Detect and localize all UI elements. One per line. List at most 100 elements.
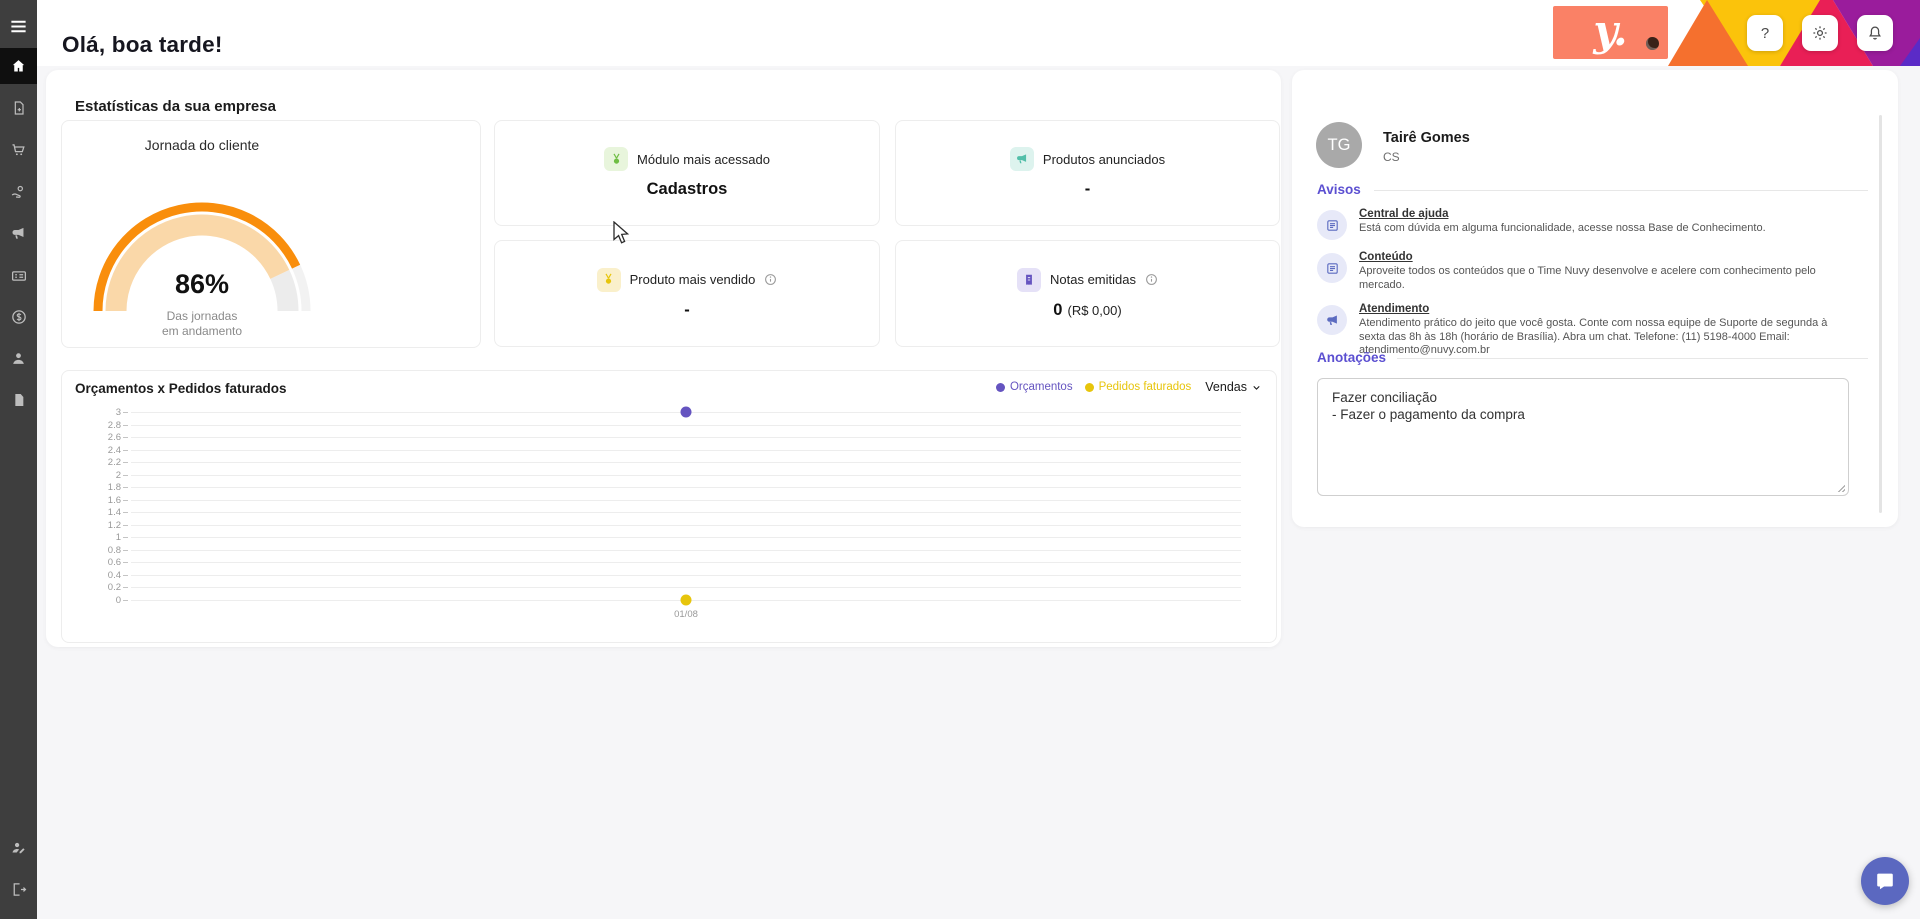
stat-label: Produtos anunciados <box>1042 151 1166 167</box>
statistics-section-title: Estatísticas da sua empresa <box>75 98 276 116</box>
person-edit-icon <box>12 842 25 853</box>
top-header: Olá, boa tarde! y. ? <box>37 0 1920 66</box>
orcamentos-pedidos-chart-card: Orçamentos x Pedidos faturados Orçamento… <box>61 370 1277 643</box>
sidebar-item-home[interactable] <box>0 48 37 84</box>
y-axis-label: 1.4 <box>107 507 121 519</box>
sidebar-item-marketing[interactable] <box>0 215 37 251</box>
anotacoes-divider <box>1397 358 1868 359</box>
y-axis-tick <box>123 512 128 514</box>
y-axis-label: 1 <box>115 532 121 544</box>
sidebar-item-money[interactable] <box>0 299 37 335</box>
y-axis-tick <box>123 474 128 476</box>
avisos-divider <box>1374 190 1868 191</box>
menu-icon[interactable] <box>0 8 37 44</box>
news-icon <box>1317 210 1347 240</box>
bell-icon <box>1869 26 1881 40</box>
notes-textarea[interactable]: Fazer conciliação - Fazer o pagamento da… <box>1317 378 1849 496</box>
y-axis-tick <box>123 600 128 601</box>
aviso-link[interactable]: Atendimento <box>1359 303 1854 315</box>
gridline <box>131 462 1241 464</box>
resize-handle-icon[interactable] <box>1835 482 1845 492</box>
info-icon[interactable] <box>1145 273 1158 286</box>
notifications-button[interactable] <box>1857 15 1893 51</box>
y-axis-tick <box>123 424 128 426</box>
panel-scrollbar[interactable] <box>1879 115 1882 513</box>
greeting-title: Olá, boa tarde! <box>62 32 223 58</box>
legend-dot <box>1084 382 1094 392</box>
legend-dot <box>995 382 1005 392</box>
sidebar <box>0 0 37 919</box>
gridline <box>131 474 1241 476</box>
info-icon[interactable] <box>764 273 777 286</box>
sidebar-item-people[interactable] <box>0 340 37 376</box>
aviso-link[interactable]: Conteúdo <box>1359 251 1854 263</box>
y-axis-label: 1.6 <box>107 494 121 506</box>
chevron-down-icon <box>1253 385 1260 390</box>
chart-legend-items: Orçamentos Pedidos faturados <box>995 381 1191 393</box>
anotacoes-header: Anotações <box>1317 350 1387 365</box>
stat-label: Módulo mais acessado <box>637 151 770 167</box>
money-icon <box>11 310 26 324</box>
statistics-panel: Estatísticas da sua empresa Jornada do c… <box>46 70 1281 647</box>
y-axis-label: 1.8 <box>107 482 121 494</box>
dashboard-page: { "header": { "greeting": "Olá, boa tard… <box>0 0 1920 919</box>
y-axis-label: 0 <box>115 595 121 606</box>
chart-legend: Orçamentos Pedidos faturados Vendas <box>995 380 1262 394</box>
sidebar-item-new-document[interactable] <box>0 90 37 126</box>
stat-label: Produto mais vendido <box>629 272 756 287</box>
gauge-chart <box>93 202 311 312</box>
sidebar-item-account[interactable] <box>0 829 37 865</box>
y-axis-label: 2.6 <box>107 432 121 444</box>
gridline <box>131 437 1241 439</box>
chat-bubble-icon <box>1877 873 1893 890</box>
customer-journey-card: Jornada do cliente 86% Das jornadas em a… <box>61 120 481 348</box>
legend-item[interactable]: Pedidos faturados <box>1084 381 1191 393</box>
sidebar-item-documents[interactable] <box>0 382 37 418</box>
y-axis-tick <box>123 562 128 564</box>
aviso-item: Central de ajuda Está com dúvida em algu… <box>1317 208 1854 240</box>
sidebar-item-billing[interactable] <box>0 258 37 294</box>
logo-text: y. <box>1593 6 1628 55</box>
medal-icon <box>604 147 629 171</box>
chart-title: Orçamentos x Pedidos faturados <box>75 381 287 396</box>
y-axis-tick <box>123 437 128 439</box>
medal-icon <box>596 267 621 292</box>
aviso-link[interactable]: Central de ajuda <box>1359 208 1766 220</box>
sidebar-item-finance-receive[interactable] <box>0 174 37 210</box>
billing-icon <box>11 271 26 281</box>
gridline <box>131 574 1241 576</box>
chart-filter-label: Vendas <box>1205 380 1247 394</box>
y-axis-tick <box>123 574 128 576</box>
gridline <box>131 424 1241 426</box>
logout-icon[interactable] <box>0 871 37 907</box>
help-button[interactable]: ? <box>1747 15 1783 51</box>
sidebar-item-sales[interactable] <box>0 131 37 167</box>
chart-filter-dropdown[interactable]: Vendas <box>1205 380 1262 394</box>
gauge-title: Jornada do cliente <box>144 137 260 153</box>
y-axis-tick <box>123 537 128 539</box>
avisos-header: Avisos <box>1317 182 1361 197</box>
settings-button[interactable] <box>1802 15 1838 51</box>
profile-name: Tairê Gomes <box>1383 130 1470 146</box>
avatar: TG <box>1316 122 1362 168</box>
person-icon <box>13 352 24 364</box>
y-axis-label: 0.4 <box>107 569 121 581</box>
y-axis-tick <box>123 462 128 464</box>
account-panel: TG Tairê Gomes CS Avisos Central de ajud… <box>1292 70 1898 527</box>
home-icon <box>12 59 25 71</box>
aviso-item: Conteúdo Aproveite todos os conteúdos qu… <box>1317 251 1854 292</box>
stat-label: Notas emitidas <box>1050 272 1136 287</box>
aviso-description: Atendimento prático do jeito que você go… <box>1359 317 1828 356</box>
gridline <box>131 449 1241 451</box>
y-axis-tick <box>123 587 128 589</box>
gridline <box>131 549 1241 551</box>
stat-value: 0 (R$ 0,00) <box>1053 300 1122 319</box>
gridline <box>131 499 1241 501</box>
gridline <box>131 537 1241 539</box>
document-add-icon <box>14 101 24 115</box>
y-axis-label: 3 <box>115 407 121 418</box>
legend-item[interactable]: Orçamentos <box>995 381 1073 393</box>
chat-launcher-button[interactable] <box>1861 857 1909 905</box>
megaphone-icon <box>1009 147 1034 171</box>
y-axis-label: 2.4 <box>107 444 121 456</box>
